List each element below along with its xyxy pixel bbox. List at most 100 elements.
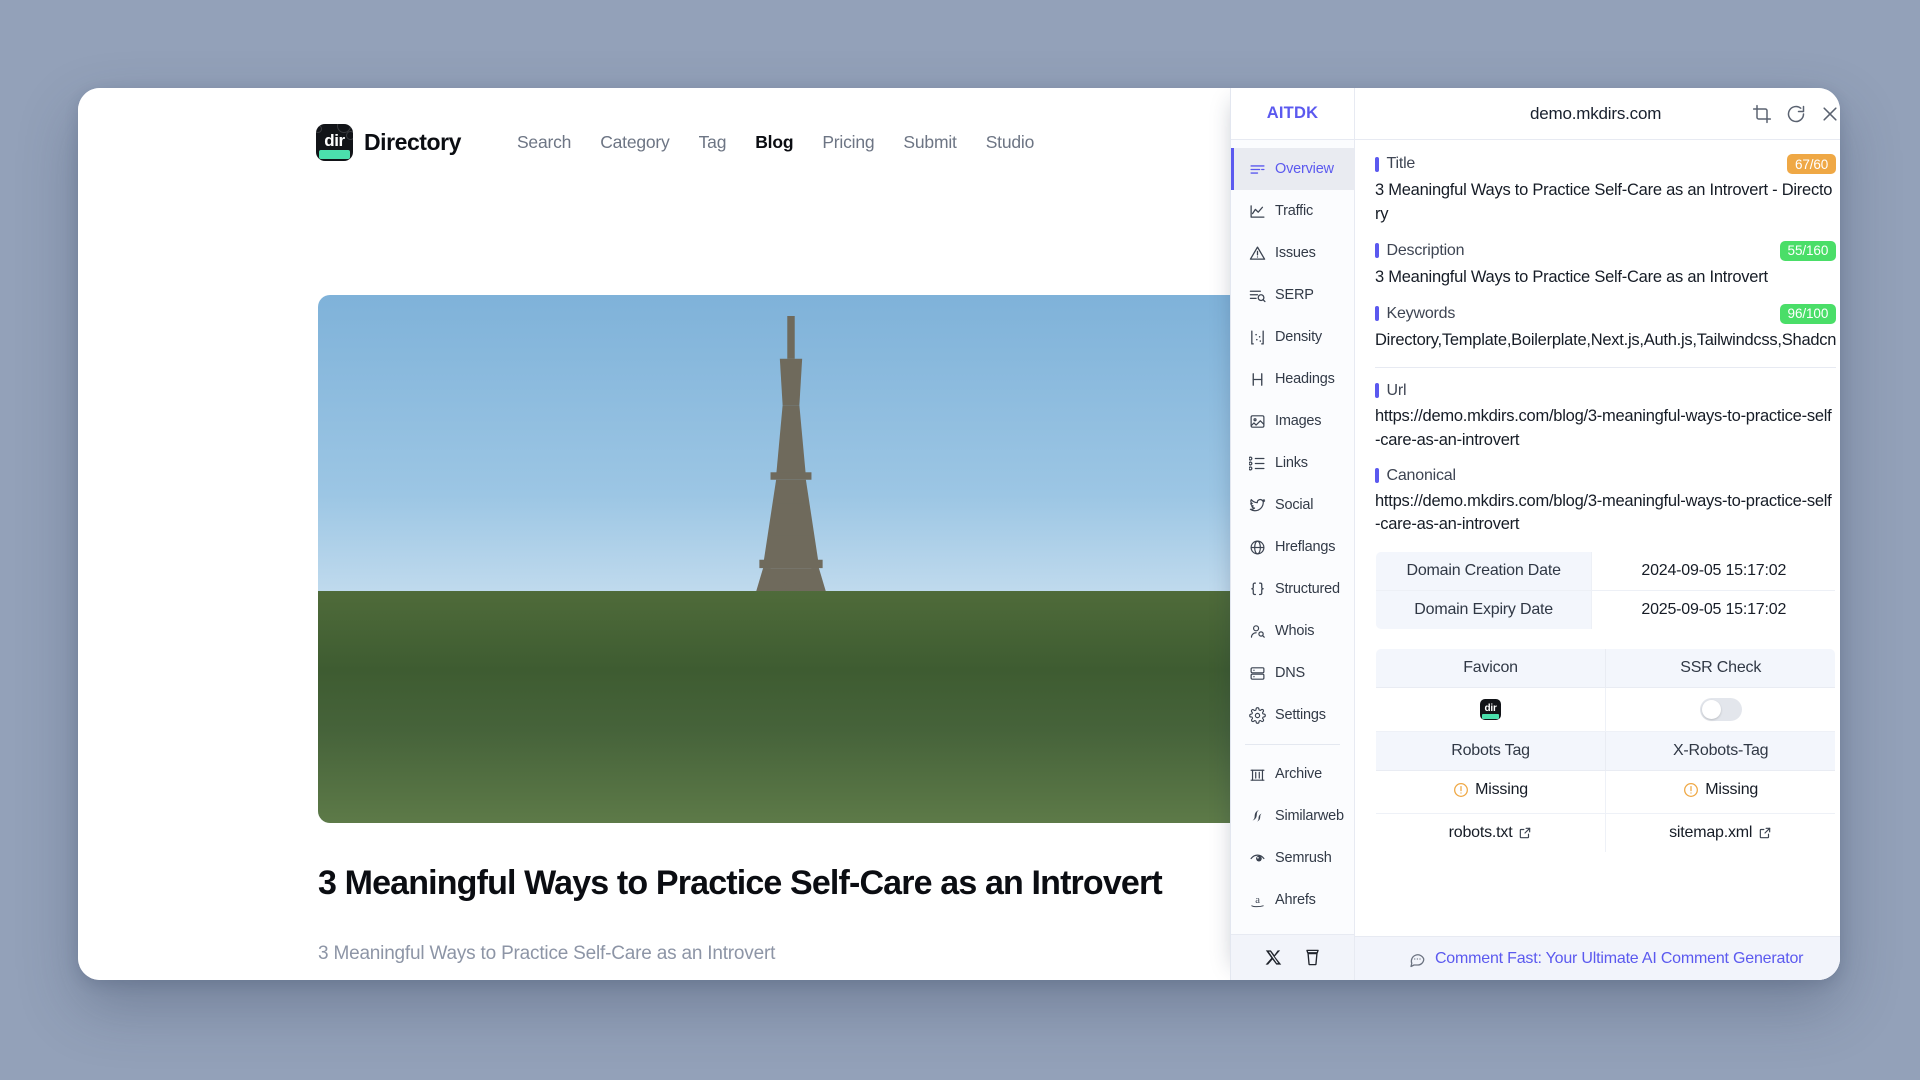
- sidebar-label: DNS: [1275, 665, 1306, 681]
- article-hero-image: [318, 295, 1230, 823]
- sidebar-item-serp[interactable]: SERP: [1231, 274, 1354, 316]
- external-link-icon: [1518, 826, 1532, 840]
- sidebar-item-headings[interactable]: Headings: [1231, 358, 1354, 400]
- site-brand[interactable]: dir Directory: [316, 123, 461, 161]
- sidebar-item-issues[interactable]: Issues: [1231, 232, 1354, 274]
- meta-keywords-value: Directory,Template,Boilerplate,Next.js,A…: [1375, 330, 1837, 349]
- site-favicon-icon: dir: [1480, 699, 1502, 721]
- meta-description-value: 3 Meaningful Ways to Practice Self-Care …: [1375, 267, 1768, 286]
- sidebar-item-structured[interactable]: Structured: [1231, 568, 1354, 610]
- close-icon[interactable]: [1820, 104, 1840, 124]
- meta-url-value: https://demo.mkdirs.com/blog/3-meaningfu…: [1375, 406, 1832, 449]
- sidebar-item-social[interactable]: Social: [1231, 484, 1354, 526]
- sitemap-xml-link-cell[interactable]: sitemap.xml: [1606, 814, 1836, 853]
- ahrefs-icon: a: [1249, 892, 1266, 909]
- crop-icon[interactable]: [1752, 104, 1772, 124]
- meta-title-head: Title 67/60: [1375, 154, 1837, 174]
- sidebar-label: Density: [1275, 329, 1322, 345]
- meta-block-url: Url https://demo.mkdirs.com/blog/3-meani…: [1355, 382, 1840, 453]
- checks-table: Favicon SSR Check dir Robots Tag X-Robot…: [1375, 648, 1837, 854]
- sidebar-label: Structured: [1275, 581, 1340, 597]
- sidebar-item-links[interactable]: Links: [1231, 442, 1354, 484]
- robots-txt-link[interactable]: robots.txt: [1449, 824, 1533, 842]
- table-row: Robots Tag X-Robots-Tag: [1376, 731, 1836, 772]
- traffic-icon: [1249, 203, 1266, 220]
- meta-url-label: Url: [1375, 382, 1407, 400]
- table-row: Domain Creation Date 2024-09-05 15:17:02: [1376, 552, 1836, 592]
- nav-item-pricing[interactable]: Pricing: [822, 132, 874, 153]
- robots-txt-link-cell[interactable]: robots.txt: [1376, 813, 1607, 853]
- sidebar-label: Images: [1275, 413, 1322, 429]
- density-icon: [1249, 329, 1266, 346]
- nav-item-submit[interactable]: Submit: [903, 132, 956, 153]
- seo-extension-panel: AITDK demo.mkdirs.com Overview Traffic I…: [1230, 88, 1840, 980]
- promo-banner[interactable]: Comment Fast: Your Ultimate AI Comment G…: [1355, 936, 1840, 980]
- nav-item-studio[interactable]: Studio: [986, 132, 1035, 153]
- nav-item-blog[interactable]: Blog: [755, 132, 793, 153]
- sidebar-item-semrush[interactable]: Semrush: [1231, 837, 1354, 879]
- sidebar-label: Ahrefs: [1275, 892, 1316, 908]
- sidebar-item-dns[interactable]: DNS: [1231, 652, 1354, 694]
- article-subtitle: 3 Meaningful Ways to Practice Self-Care …: [318, 943, 776, 964]
- sidebar-label: Settings: [1275, 707, 1326, 723]
- sidebar-item-hreflangs[interactable]: Hreflangs: [1231, 526, 1354, 568]
- images-icon: [1249, 413, 1266, 430]
- sidebar-item-ahrefs[interactable]: a Ahrefs: [1231, 879, 1354, 921]
- refresh-icon[interactable]: [1786, 104, 1806, 124]
- section-divider: [1375, 366, 1837, 368]
- robots-txt-label: robots.txt: [1448, 824, 1513, 842]
- comment-icon: [1408, 950, 1426, 968]
- coffee-icon[interactable]: [1303, 948, 1322, 967]
- sidebar-divider: [1245, 744, 1340, 745]
- overview-scroll-area[interactable]: Title 67/60 3 Meaningful Ways to Practic…: [1355, 140, 1840, 936]
- meta-description-head: Description 55/160: [1375, 240, 1837, 261]
- extension-brand[interactable]: AITDK: [1231, 88, 1355, 139]
- robots-tag-status-badge: Missing: [1453, 781, 1528, 799]
- x-twitter-icon[interactable]: [1264, 948, 1283, 967]
- sidebar-item-traffic[interactable]: Traffic: [1231, 190, 1354, 232]
- domain-creation-date-value: 2024-09-05 15:17:02: [1591, 552, 1836, 592]
- extension-titlebar: demo.mkdirs.com: [1355, 88, 1840, 139]
- favicon-header: Favicon: [1376, 649, 1607, 689]
- nav-item-category[interactable]: Category: [600, 132, 670, 153]
- sitemap-xml-label: sitemap.xml: [1669, 824, 1753, 842]
- promo-text: Comment Fast: Your Ultimate AI Comment G…: [1434, 949, 1804, 967]
- sidebar-item-whois[interactable]: Whois: [1231, 610, 1354, 652]
- nav-item-search[interactable]: Search: [517, 132, 571, 153]
- ssr-toggle[interactable]: [1699, 698, 1742, 722]
- site-nav: Search Category Tag Blog Pricing Submit …: [517, 132, 1034, 153]
- domain-creation-date-label: Domain Creation Date: [1376, 552, 1593, 592]
- meta-url-head: Url: [1375, 382, 1836, 400]
- meta-block-canonical: Canonical https://demo.mkdirs.com/blog/3…: [1355, 467, 1840, 538]
- table-row: Domain Expiry Date 2025-09-05 15:17:02: [1376, 590, 1835, 630]
- meta-title-label: Title: [1375, 155, 1416, 173]
- sidebar-item-overview[interactable]: Overview: [1231, 148, 1354, 190]
- sitemap-xml-link[interactable]: sitemap.xml: [1669, 824, 1772, 842]
- sidebar-scroll-area[interactable]: Overview Traffic Issues SERP Density Hea…: [1231, 148, 1354, 934]
- article-title: 3 Meaningful Ways to Practice Self-Care …: [318, 864, 1163, 902]
- nav-item-tag[interactable]: Tag: [699, 132, 727, 153]
- browser-window: dir Directory Search Category Tag Blog P…: [78, 88, 1840, 980]
- sidebar-label: Traffic: [1275, 203, 1314, 219]
- sidebar-item-pagespeed[interactable]: PageSpeed: [1231, 921, 1354, 934]
- robots-tag-status-text: Missing: [1475, 781, 1528, 799]
- meta-keywords-head: Keywords 96/100: [1375, 303, 1837, 324]
- similarweb-icon: [1249, 808, 1266, 825]
- robots-tag-status-cell: Missing: [1376, 770, 1607, 815]
- sidebar-item-density[interactable]: Density: [1231, 316, 1354, 358]
- domain-info-table: Domain Creation Date 2024-09-05 15:17:02…: [1375, 551, 1837, 631]
- sidebar-item-archive[interactable]: Archive: [1231, 753, 1354, 795]
- sidebar-footer: [1231, 934, 1354, 980]
- sidebar-item-similarweb[interactable]: Similarweb: [1231, 795, 1354, 837]
- sidebar-label: Links: [1275, 455, 1308, 471]
- table-row: Favicon SSR Check: [1376, 649, 1836, 689]
- svg-text:a: a: [1255, 894, 1260, 905]
- sidebar-item-images[interactable]: Images: [1231, 400, 1354, 442]
- favicon-cell: dir: [1376, 687, 1607, 733]
- sidebar-item-settings[interactable]: Settings: [1231, 694, 1354, 736]
- logo-glyph-text: dir: [324, 130, 345, 150]
- warning-icon: [1453, 782, 1469, 798]
- site-header: dir Directory Search Category Tag Blog P…: [78, 100, 1230, 184]
- headings-icon: [1249, 371, 1266, 388]
- meta-title-value: 3 Meaningful Ways to Practice Self-Care …: [1375, 181, 1833, 223]
